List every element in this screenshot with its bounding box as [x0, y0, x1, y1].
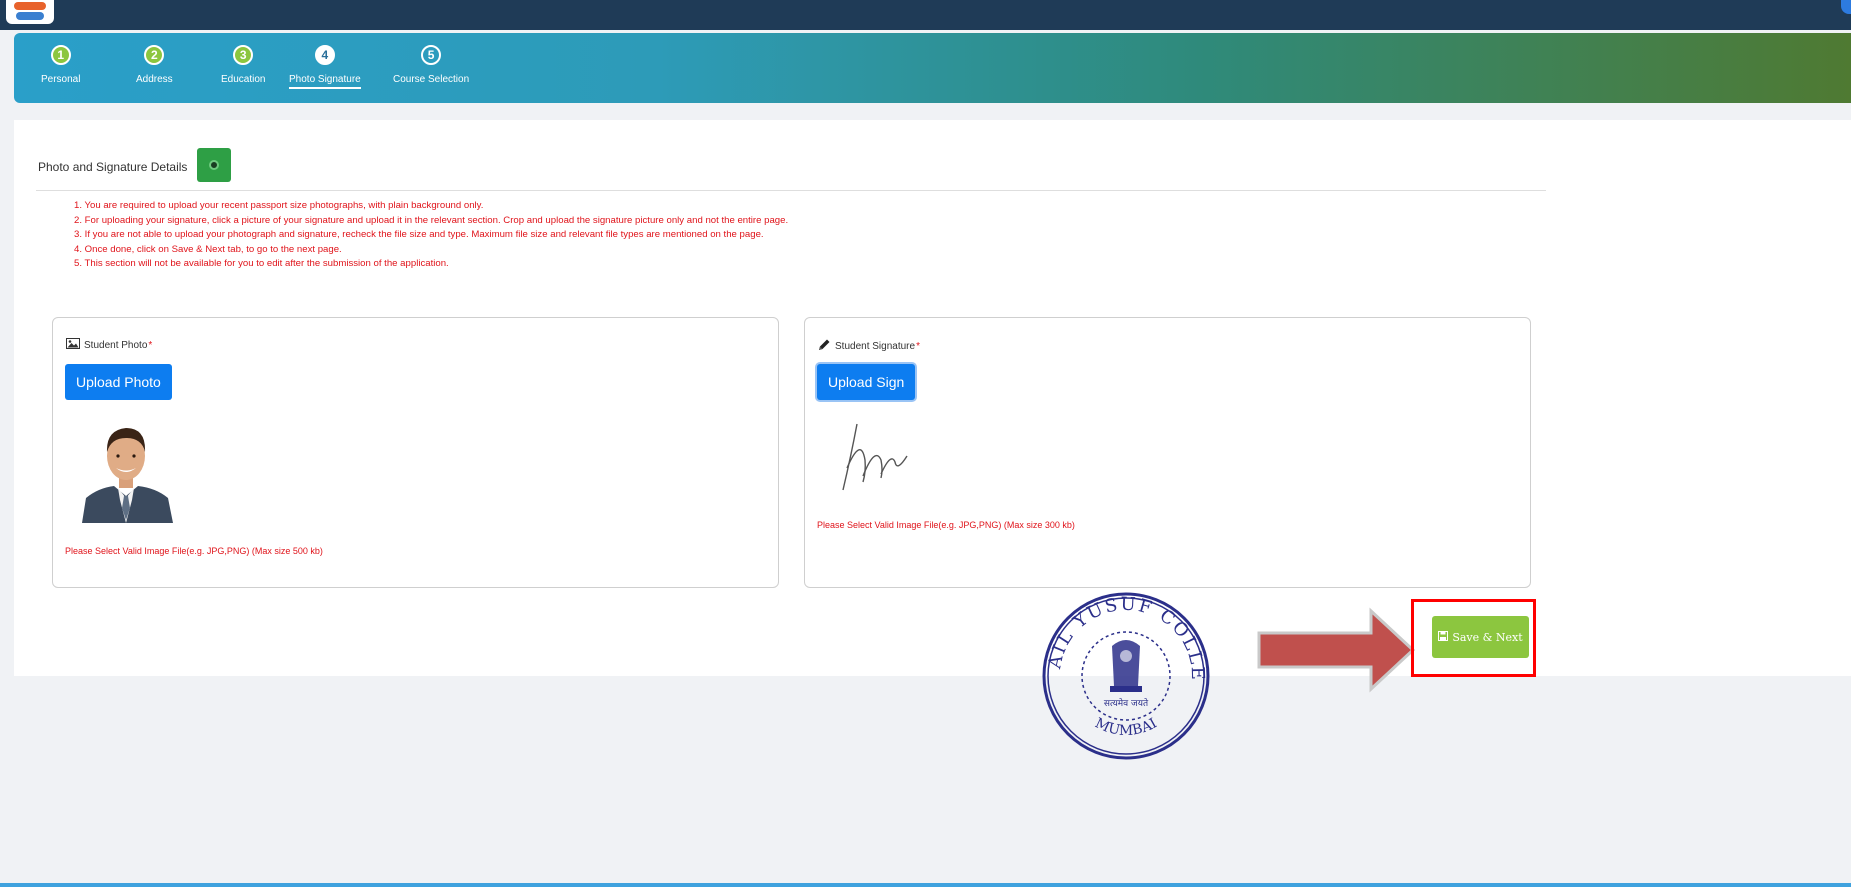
step-label: Course Selection: [393, 74, 470, 85]
student-signature-label: Student Signature *: [818, 338, 920, 354]
collapse-toggle-icon: [209, 160, 219, 170]
step-label: Education: [221, 74, 266, 85]
student-signature-card: Student Signature * Upload Sign Please Se…: [804, 317, 1531, 588]
required-mark: *: [916, 340, 920, 352]
step-label: Personal: [41, 74, 81, 85]
step-personal[interactable]: 1 Personal: [41, 45, 80, 87]
instruction-item: 5. This section will not be available fo…: [74, 258, 449, 269]
svg-text:MUMBAI: MUMBAI: [1092, 715, 1159, 739]
step-address[interactable]: 2 Address: [136, 45, 173, 87]
upload-photo-button[interactable]: Upload Photo: [65, 364, 172, 400]
pencil-icon: [818, 338, 831, 354]
step-label: Address: [136, 74, 173, 85]
instruction-item: 4. Once done, click on Save & Next tab, …: [74, 243, 342, 255]
step-number: 5: [421, 45, 442, 65]
student-photo-label: Student Photo *: [66, 338, 152, 352]
instruction-item: 2. For uploading your signature, click a…: [74, 214, 789, 226]
user-menu-corner[interactable]: [1841, 0, 1851, 14]
signature-file-hint: Please Select Valid Image File(e.g. JPG,…: [817, 520, 1075, 530]
page-bottom-accent: [0, 883, 1851, 887]
top-header-bar: [0, 0, 1851, 30]
collapse-toggle-button[interactable]: [197, 148, 231, 182]
floppy-disk-icon: [1438, 630, 1449, 644]
save-and-next-button[interactable]: Save & Next: [1432, 616, 1529, 658]
step-course-selection[interactable]: 5 Course Selection: [393, 45, 469, 87]
college-stamp: ISMAIL YUSUF COLLEGE MUMBAI सत्यमेव जयते: [1030, 574, 1212, 762]
upload-sign-button[interactable]: Upload Sign: [817, 364, 916, 400]
step-number: 3: [233, 45, 254, 65]
instruction-item: 3. If you are not able to upload your ph…: [74, 229, 764, 240]
step-number: 2: [144, 45, 165, 65]
student-photo-label-text: Student Photo: [84, 339, 148, 351]
student-photo-card: Student Photo * Upload Photo Please Selec…: [52, 317, 779, 588]
form-step-wizard: 1 Personal 2 Address 3 Education 4 Photo…: [14, 33, 1851, 103]
image-icon: [66, 338, 80, 352]
step-photo-signature[interactable]: 4 Photo Signature: [289, 45, 361, 89]
step-education[interactable]: 3 Education: [221, 45, 265, 87]
save-and-next-label: Save & Next: [1452, 630, 1523, 644]
section-title: Photo and Signature Details: [38, 160, 188, 174]
student-signature-preview: [835, 416, 945, 494]
instruction-item: 1. You are required to upload your recen…: [74, 200, 484, 211]
instructions-list: 1. You are required to upload your recen…: [74, 199, 788, 272]
pointer-arrow: [1257, 607, 1416, 693]
step-number: 1: [50, 45, 71, 65]
section-divider: [36, 190, 1546, 191]
step-label: Photo Signature: [289, 74, 361, 89]
step-number: 4: [314, 45, 335, 65]
portal-logo[interactable]: [6, 0, 54, 24]
required-mark: *: [148, 339, 153, 351]
student-photo-preview: [78, 416, 175, 523]
photo-file-hint: Please Select Valid Image File(e.g. JPG,…: [65, 546, 323, 556]
student-signature-label-text: Student Signature: [835, 340, 916, 352]
stamp-motto: सत्यमेव जयते: [1104, 697, 1149, 709]
stamp-city: MUMBAI: [1092, 715, 1159, 739]
